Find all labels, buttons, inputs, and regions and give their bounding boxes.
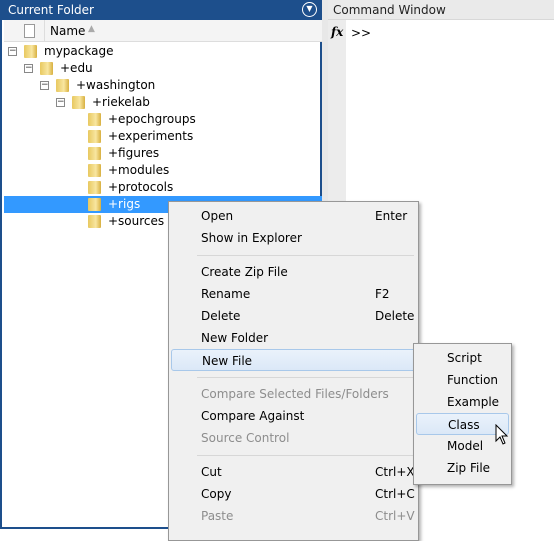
menu-item-label: Example <box>447 395 500 409</box>
menu-item-label: New Folder <box>201 331 269 345</box>
menu-item-shortcut: Ctrl+V <box>375 509 415 523</box>
menu-item-paste: Paste Ctrl+V <box>171 505 416 527</box>
menu-item-label: Rename <box>201 287 251 301</box>
menu-item-new-folder[interactable]: New Folder <box>171 327 416 349</box>
tree-item[interactable]: +experiments <box>4 128 322 145</box>
tree-item[interactable]: − +washington <box>4 77 322 94</box>
tree-item-label: +edu <box>60 61 93 75</box>
folder-icon <box>88 147 101 160</box>
menu-item-zip-file[interactable]: Zip File <box>416 457 509 479</box>
menu-separator <box>197 255 414 256</box>
menu-item-label: Compare Against <box>201 409 305 423</box>
collapse-toggle-icon[interactable]: − <box>56 98 65 107</box>
file-type-icon <box>24 24 35 38</box>
menu-item-open[interactable]: Open Enter <box>171 205 416 227</box>
menu-item-shortcut: Ctrl+X <box>375 465 415 479</box>
menu-item-label: Cut <box>201 465 222 479</box>
menu-item-example[interactable]: Example <box>416 391 509 413</box>
menu-item-label: Zip File <box>447 461 491 475</box>
tree-item-label: +experiments <box>108 129 194 143</box>
sort-ascending-icon: ▲ <box>88 24 95 34</box>
folder-icon <box>88 215 101 228</box>
column-header[interactable]: Name ▲ <box>4 20 322 42</box>
menu-item-shortcut: Enter <box>375 209 408 223</box>
collapse-toggle-icon[interactable]: − <box>24 64 33 73</box>
menu-item-show-in-explorer[interactable]: Show in Explorer <box>171 227 416 249</box>
tree-item[interactable]: − +edu <box>4 60 322 77</box>
menu-item-cut[interactable]: Cut Ctrl+X <box>171 461 416 483</box>
tree-item-label: +epochgroups <box>108 112 196 126</box>
tree-item[interactable]: − mypackage <box>4 43 322 60</box>
mouse-cursor-icon <box>495 424 509 445</box>
tree-item-label: +sources <box>108 214 165 228</box>
tree-item[interactable]: +protocols <box>4 179 322 196</box>
folder-icon <box>88 113 101 126</box>
menu-item-label: New File <box>202 354 253 368</box>
menu-item-shortcut: F2 <box>375 287 390 301</box>
menu-separator <box>197 377 414 378</box>
collapse-toggle-icon[interactable]: − <box>40 81 49 90</box>
tree-item-label: mypackage <box>44 44 114 58</box>
panel-title: Current Folder <box>2 0 324 20</box>
tree-item-label: +figures <box>108 146 160 160</box>
menu-item-label: Copy <box>201 487 232 501</box>
folder-icon <box>72 96 85 109</box>
menu-item-label: Source Control <box>201 431 290 445</box>
folder-icon <box>56 79 69 92</box>
menu-item-script[interactable]: Script <box>416 347 509 369</box>
tree-item-label: +modules <box>108 163 170 177</box>
menu-item-label: Class <box>448 418 480 432</box>
menu-item-source-control: Source Control <box>171 427 417 449</box>
menu-item-label: Show in Explorer <box>201 231 302 245</box>
folder-icon <box>24 45 37 58</box>
function-browser-icon[interactable]: fx <box>331 25 343 39</box>
command-prompt[interactable]: >> <box>351 26 371 40</box>
menu-item-label: Script <box>447 351 482 365</box>
menu-item-shortcut: Ctrl+C <box>375 487 415 501</box>
collapse-toggle-icon[interactable]: − <box>8 47 17 56</box>
folder-icon <box>88 164 101 177</box>
tree-item-label: +protocols <box>108 180 174 194</box>
menu-item-function[interactable]: Function <box>416 369 509 391</box>
menu-item-compare-selected-files-folders: Compare Selected Files/Folders <box>171 383 416 405</box>
menu-item-rename[interactable]: Rename F2 <box>171 283 416 305</box>
menu-item-compare-against[interactable]: Compare Against <box>171 405 417 427</box>
column-divider <box>44 20 45 42</box>
context-menu: Open Enter Show in Explorer Create Zip File… <box>168 201 419 541</box>
folder-icon <box>88 181 101 194</box>
new-file-submenu: Script Function Example Class Model Zip File <box>413 343 512 485</box>
tree-item-label: +washington <box>76 78 156 92</box>
tree-item[interactable]: − +riekelab <box>4 94 322 111</box>
tree-item[interactable]: +epochgroups <box>4 111 322 128</box>
tree-item[interactable]: +modules <box>4 162 322 179</box>
menu-item-label: Delete <box>201 309 241 323</box>
tree-item-label: +rigs <box>108 197 141 211</box>
menu-item-shortcut: Delete <box>375 309 415 323</box>
menu-item-new-file[interactable]: New File <box>171 349 418 371</box>
menu-item-create-zip-file[interactable]: Create Zip File <box>171 261 416 283</box>
panel-actions-icon[interactable]: ▼ <box>302 2 317 17</box>
menu-item-label: Model <box>447 439 484 453</box>
menu-item-label: Function <box>447 373 499 387</box>
menu-item-label: Open <box>201 209 234 223</box>
folder-icon <box>88 198 101 211</box>
folder-icon <box>88 130 101 143</box>
menu-item-label: Compare Selected Files/Folders <box>201 387 389 401</box>
menu-separator <box>197 455 414 456</box>
panel-title: Command Window <box>328 0 554 20</box>
menu-item-label: Create Zip File <box>201 265 288 279</box>
menu-item-copy[interactable]: Copy Ctrl+C <box>171 483 416 505</box>
menu-item-label: Paste <box>201 509 234 523</box>
name-column-label[interactable]: Name <box>50 24 85 38</box>
menu-item-delete[interactable]: Delete Delete <box>171 305 416 327</box>
tree-item[interactable]: +figures <box>4 145 322 162</box>
folder-icon <box>40 62 53 75</box>
tree-item-label: +riekelab <box>92 95 150 109</box>
